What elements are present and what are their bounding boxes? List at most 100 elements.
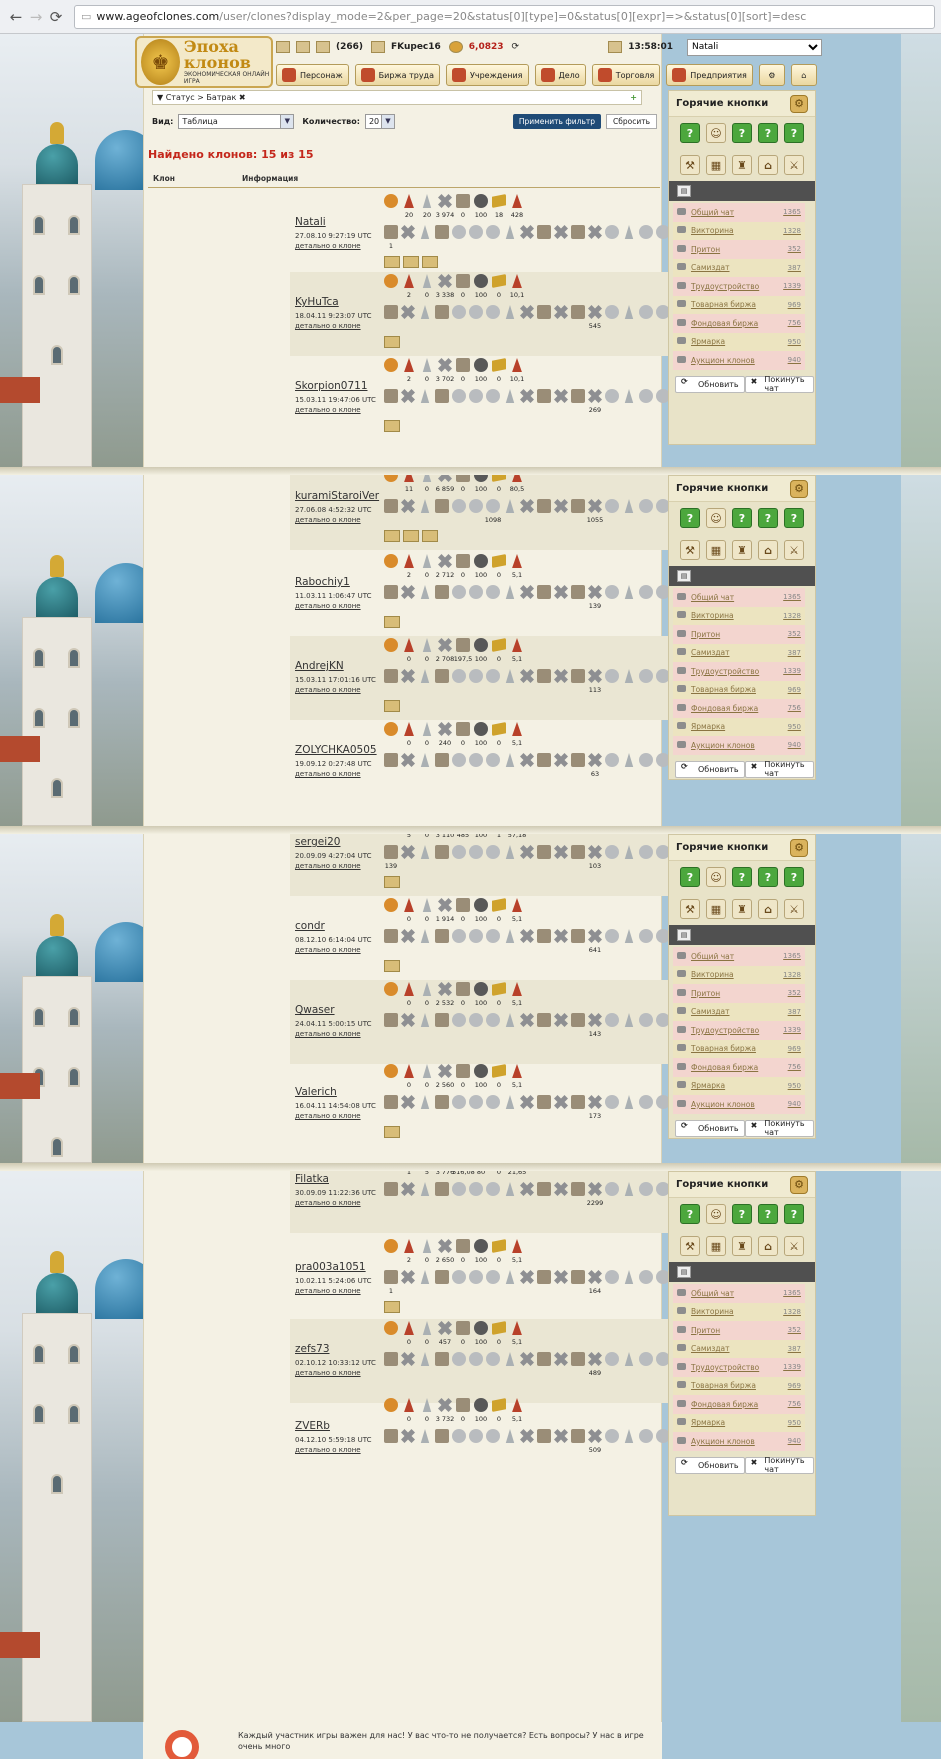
clone-name-link[interactable]: Skorpion0711 bbox=[295, 380, 368, 392]
clone-details-link[interactable]: детально о клоне bbox=[295, 686, 361, 694]
chat-icon[interactable]: ▤ bbox=[677, 929, 691, 941]
reset-button[interactable]: Сбросить bbox=[606, 114, 657, 129]
menu-item[interactable]: Персонаж bbox=[276, 64, 349, 86]
notes-icon[interactable] bbox=[296, 41, 310, 53]
question-icon[interactable]: ? bbox=[680, 508, 700, 528]
chat-room[interactable]: Трудоустройство 1339 bbox=[673, 277, 805, 296]
chat-room[interactable]: Общий чат 1365 bbox=[673, 203, 805, 222]
clone-details-link[interactable]: детально о клоне bbox=[295, 322, 361, 330]
hotkey-icon[interactable]: ⚒ bbox=[680, 540, 700, 560]
clone-name-link[interactable]: zefs73 bbox=[295, 1343, 330, 1355]
leave-chat-button[interactable]: ✖ Покинуть чат bbox=[744, 760, 814, 778]
chat-room[interactable]: Фондовая биржа 756 bbox=[673, 1395, 805, 1414]
reload-icon[interactable]: ⟳ bbox=[46, 7, 66, 27]
hotkey-icon[interactable]: ☺ bbox=[706, 867, 726, 887]
question-icon[interactable]: ? bbox=[732, 867, 752, 887]
chat-room[interactable]: Трудоустройство 1339 bbox=[673, 1358, 805, 1377]
chat-room[interactable]: Товарная биржа 969 bbox=[673, 1376, 805, 1395]
leave-chat-button[interactable]: ✖ Покинуть чат bbox=[744, 1119, 814, 1137]
chat-room[interactable]: Общий чат 1365 bbox=[673, 588, 805, 607]
menu-item[interactable]: Предприятия bbox=[666, 64, 753, 86]
menu-item[interactable]: Торговля bbox=[591, 64, 661, 86]
gear-icon[interactable]: ⚙ bbox=[790, 94, 808, 113]
hotkey-icon[interactable]: ⚔ bbox=[784, 155, 804, 175]
question-icon[interactable]: ? bbox=[784, 508, 804, 528]
hotkey-icon[interactable]: ☺ bbox=[706, 1204, 726, 1224]
clone-details-link[interactable]: детально о клоне bbox=[295, 1287, 361, 1295]
hotkey-icon[interactable]: ⌂ bbox=[758, 155, 778, 175]
clone-details-link[interactable]: детально о клоне bbox=[295, 1369, 361, 1377]
hotkey-icon[interactable]: ⚒ bbox=[680, 1236, 700, 1256]
chat-room[interactable]: Фондовая биржа 756 bbox=[673, 1058, 805, 1077]
clone-details-link[interactable]: детально о клоне bbox=[295, 406, 361, 414]
question-icon[interactable]: ? bbox=[758, 1204, 778, 1224]
hotkey-icon[interactable]: ⌂ bbox=[758, 899, 778, 919]
chat-room[interactable]: Товарная биржа 969 bbox=[673, 295, 805, 314]
chat-room[interactable]: Товарная биржа 969 bbox=[673, 680, 805, 699]
add-filter-icon[interactable]: + bbox=[630, 93, 637, 102]
clone-details-link[interactable]: детально о клоне bbox=[295, 1446, 361, 1454]
hotkey-icon[interactable]: ⚒ bbox=[680, 899, 700, 919]
clone-details-link[interactable]: детально о клоне bbox=[295, 1030, 361, 1038]
menu-item[interactable]: Учреждения bbox=[445, 64, 529, 86]
chat-room[interactable]: Ярмарка 950 bbox=[673, 332, 805, 351]
back-icon[interactable]: ← bbox=[6, 7, 26, 27]
chat-room[interactable]: Самиздат 387 bbox=[673, 1339, 805, 1358]
chat-room[interactable]: Фондовая биржа 756 bbox=[673, 314, 805, 333]
view-select[interactable]: Таблица ▼ bbox=[178, 114, 295, 129]
question-icon[interactable]: ? bbox=[732, 123, 752, 143]
clone-details-link[interactable]: детально о клоне bbox=[295, 602, 361, 610]
chat-room[interactable]: Трудоустройство 1339 bbox=[673, 1021, 805, 1040]
clone-details-link[interactable]: детально о клоне bbox=[295, 242, 361, 250]
clone-name-link[interactable]: Qwaser bbox=[295, 1004, 335, 1016]
hotkey-icon[interactable]: ▦ bbox=[706, 155, 726, 175]
refresh-button[interactable]: ⟳ Обновить bbox=[675, 1456, 745, 1474]
chat-room[interactable]: Аукцион клонов 940 bbox=[673, 1095, 805, 1114]
chat-room[interactable]: Ярмарка 950 bbox=[673, 1076, 805, 1095]
chat-room[interactable]: Самиздат 387 bbox=[673, 258, 805, 277]
clone-name-link[interactable]: KyHuTca bbox=[295, 296, 339, 308]
apply-filter-button[interactable]: Применить фильтр bbox=[512, 114, 601, 129]
chat-room[interactable]: Аукцион клонов 940 bbox=[673, 1432, 805, 1451]
clone-name-link[interactable]: Filatka bbox=[295, 1173, 329, 1185]
menu-item[interactable]: Биржа труда bbox=[354, 64, 440, 86]
chat-room[interactable]: Викторина 1328 bbox=[673, 606, 805, 625]
chat-room[interactable]: Самиздат 387 bbox=[673, 1002, 805, 1021]
chat-room[interactable]: Викторина 1328 bbox=[673, 1302, 805, 1321]
chat-icon[interactable]: ▤ bbox=[677, 570, 691, 582]
clone-details-link[interactable]: детально о клоне bbox=[295, 862, 361, 870]
clone-name-link[interactable]: AndrejKN bbox=[295, 660, 344, 672]
chat-room[interactable]: Аукцион клонов 940 bbox=[673, 736, 805, 755]
clone-name-link[interactable]: ZOLYCHKA0505 bbox=[295, 744, 377, 756]
clone-name-link[interactable]: pra003a1051 bbox=[295, 1261, 366, 1273]
clone-name-link[interactable]: condr bbox=[295, 920, 325, 932]
hotkey-icon[interactable]: ⚒ bbox=[680, 155, 700, 175]
hotkey-icon[interactable]: ♜ bbox=[732, 155, 752, 175]
hotkey-icon[interactable]: ☺ bbox=[706, 123, 726, 143]
chat-room[interactable]: Общий чат 1365 bbox=[673, 947, 805, 966]
question-icon[interactable]: ? bbox=[784, 867, 804, 887]
question-icon[interactable]: ? bbox=[732, 508, 752, 528]
chat-room[interactable]: Викторина 1328 bbox=[673, 965, 805, 984]
question-icon[interactable]: ? bbox=[758, 867, 778, 887]
chat-icon[interactable]: ▤ bbox=[677, 185, 691, 197]
clone-name-link[interactable]: Rabochiy1 bbox=[295, 576, 350, 588]
hotkey-icon[interactable]: ⌂ bbox=[758, 540, 778, 560]
refresh-button[interactable]: ⟳ Обновить bbox=[675, 1119, 745, 1137]
hotkey-icon[interactable]: ▦ bbox=[706, 1236, 726, 1256]
gear-icon[interactable]: ⚙ bbox=[790, 838, 808, 857]
hotkey-icon[interactable]: ♜ bbox=[732, 899, 752, 919]
question-icon[interactable]: ? bbox=[680, 867, 700, 887]
gear-icon[interactable]: ⚙ bbox=[790, 1175, 808, 1194]
hotkey-icon[interactable]: ▦ bbox=[706, 540, 726, 560]
forward-icon[interactable]: → bbox=[26, 7, 46, 27]
chat-room[interactable]: Притон 352 bbox=[673, 625, 805, 644]
chat-room[interactable]: Ярмарка 950 bbox=[673, 717, 805, 736]
chat-room[interactable]: Фондовая биржа 756 bbox=[673, 699, 805, 718]
house-button[interactable]: ⌂ bbox=[790, 64, 817, 86]
hotkey-icon[interactable]: ♜ bbox=[732, 1236, 752, 1256]
clone-details-link[interactable]: детально о клоне bbox=[295, 1112, 361, 1120]
clone-select[interactable]: Natali bbox=[687, 38, 822, 56]
chat-room[interactable]: Аукцион клонов 940 bbox=[673, 351, 805, 370]
refresh-money-icon[interactable]: ⟳ bbox=[512, 42, 520, 52]
